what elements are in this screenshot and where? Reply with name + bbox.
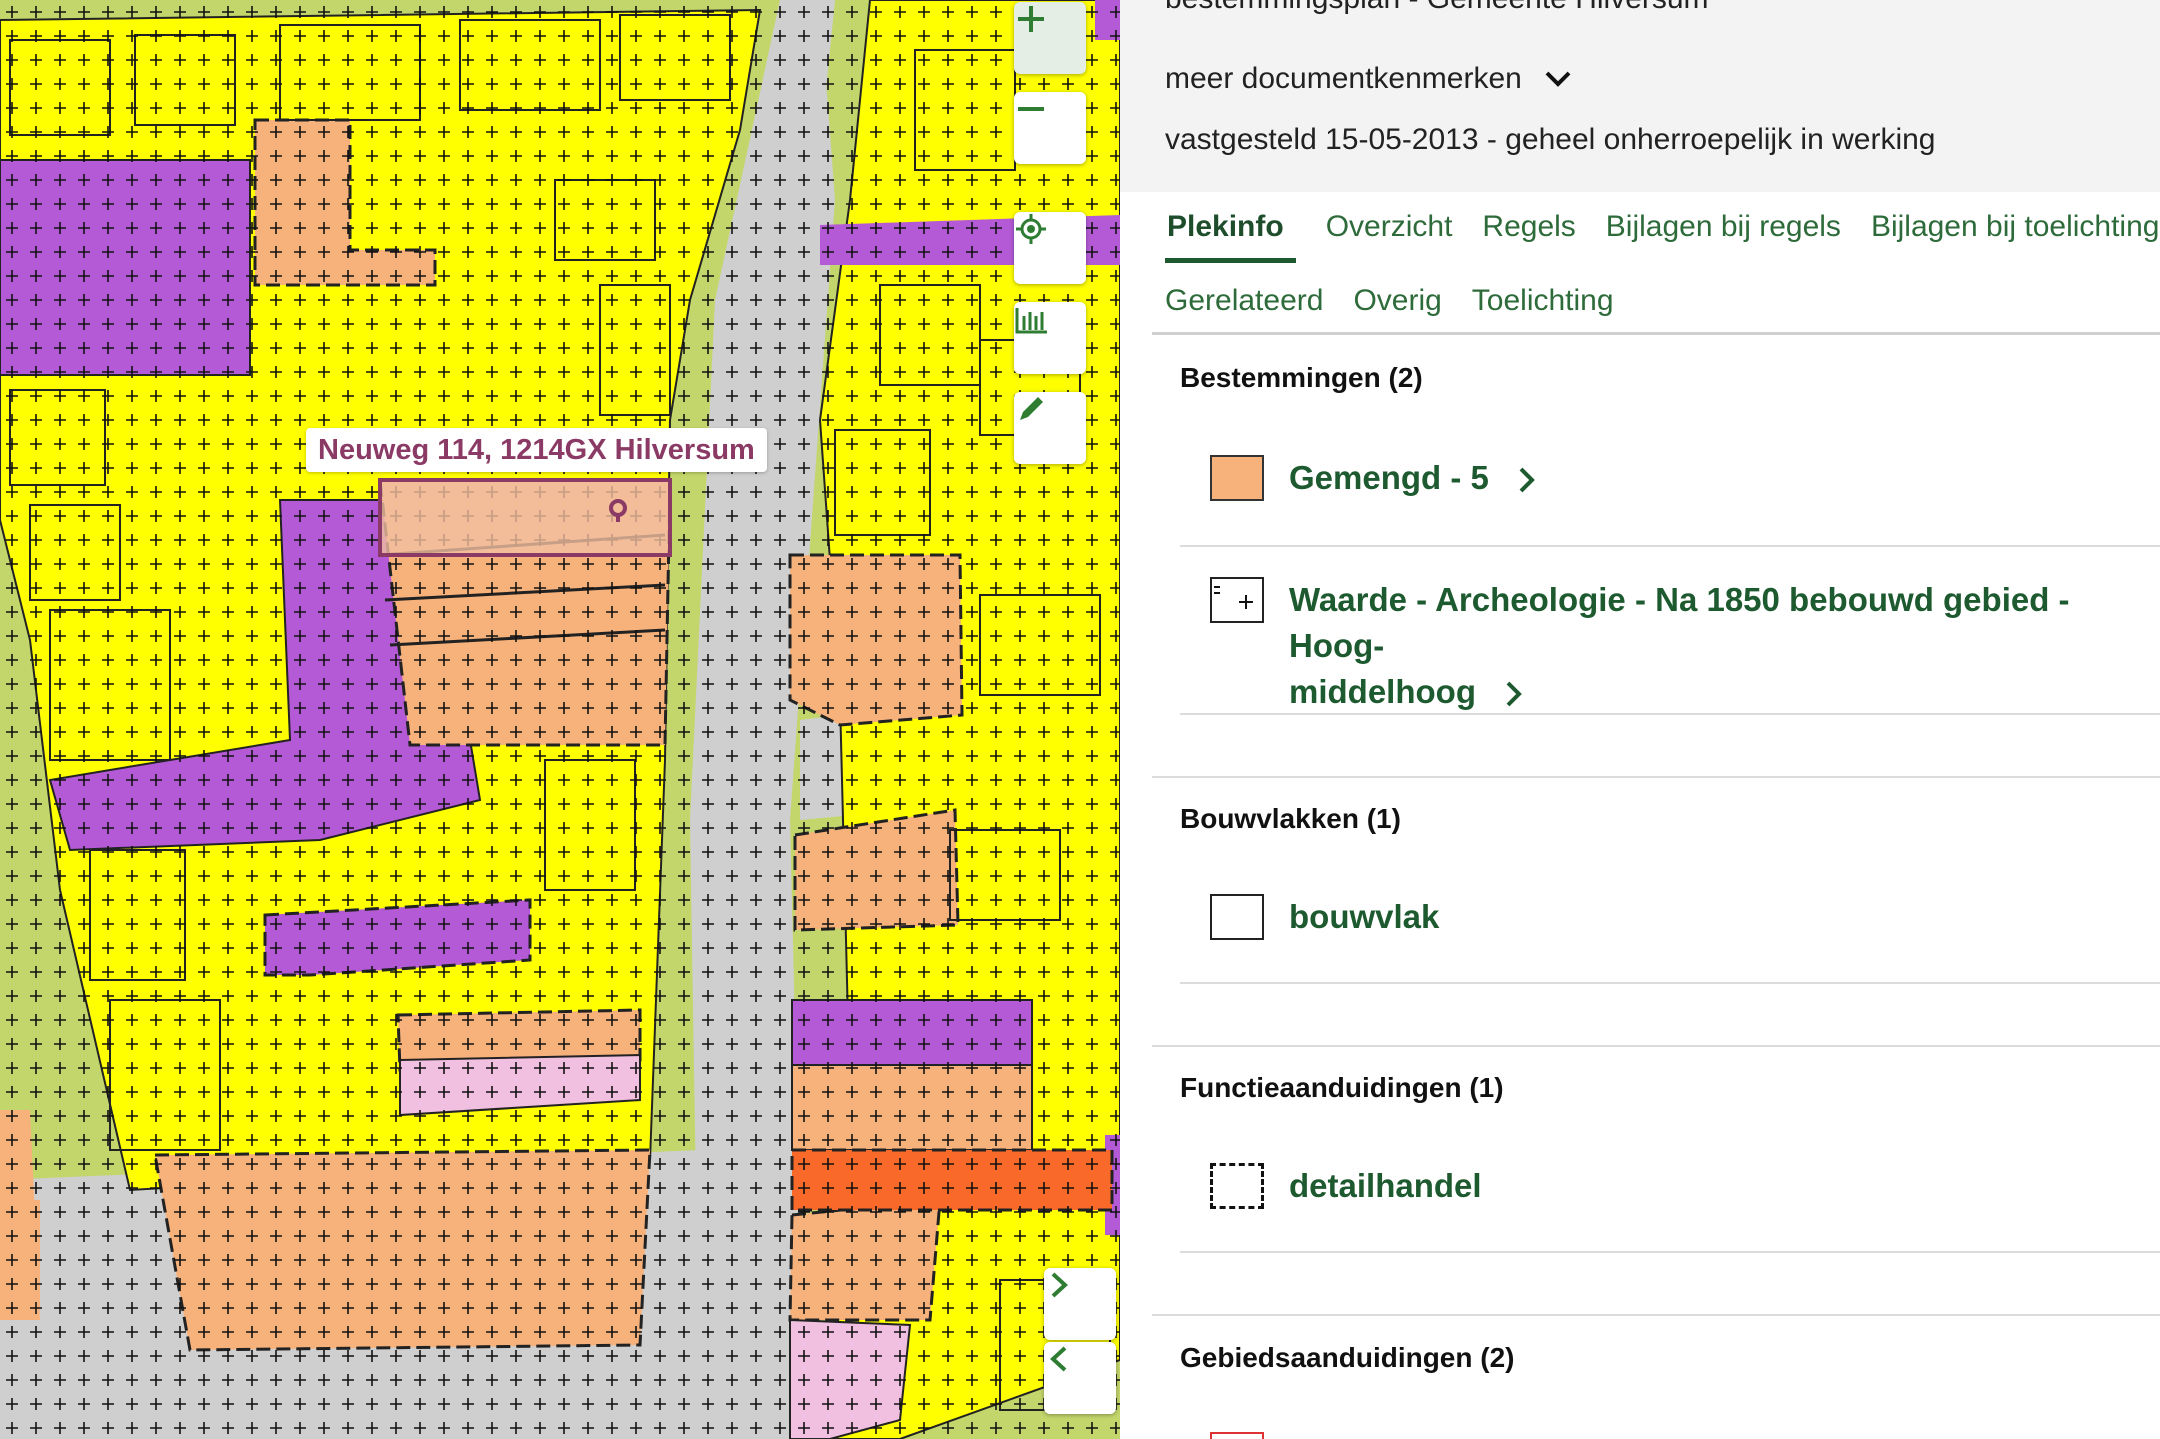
divider: [1180, 982, 2160, 984]
tab-gerelateerd[interactable]: Gerelateerd: [1165, 284, 1323, 332]
locate-button[interactable]: [1014, 212, 1086, 284]
tab-bar-row-2: Gerelateerd Overig Toelichting: [1165, 284, 1614, 332]
chevron-left-icon: [1050, 1346, 1067, 1372]
document-title: bestemmingsplan - Gemeente Hilversum: [1165, 0, 1709, 16]
tabs-divider: [1152, 332, 2160, 335]
tab-bijlagen-bij-toelichting[interactable]: Bijlagen bij toelichting: [1871, 210, 2160, 263]
bestemming-label-gemengd: Gemengd - 5: [1289, 459, 1489, 496]
selected-parcel[interactable]: [378, 478, 672, 557]
functieaanduiding-item-detailhandel[interactable]: detailhandel: [1210, 1163, 1482, 1209]
archeologie-swatch-icon: [1210, 577, 1264, 623]
section-divider: [1152, 776, 2160, 778]
bouwvlak-swatch-icon: [1210, 894, 1264, 940]
bestemming-item-gemengd[interactable]: Gemengd - 5: [1210, 455, 1538, 501]
document-status: vastgesteld 15-05-2013 - geheel onherroe…: [1165, 123, 1936, 156]
section-divider: [1152, 1045, 2160, 1047]
zoom-out-icon: [1018, 107, 1044, 111]
tab-plekinfo[interactable]: Plekinfo: [1165, 210, 1296, 263]
bouwvlak-item[interactable]: bouwvlak: [1210, 894, 1439, 940]
detailhandel-swatch-icon: [1210, 1163, 1264, 1209]
bestemming-item-archeologie[interactable]: Waarde - Archeologie - Na 1850 bebouwd g…: [1210, 577, 2160, 715]
draw-button[interactable]: [1014, 392, 1086, 464]
info-panel: bestemmingsplan - Gemeente Hilversum mee…: [1120, 0, 2160, 1439]
collapse-panel-button[interactable]: [1044, 1342, 1116, 1414]
meer-documentkenmerken-toggle[interactable]: meer documentkenmerken: [1165, 62, 1572, 96]
zoom-in-icon: [1018, 6, 1044, 32]
archeologie-hatching: [0, 0, 1120, 1439]
legend-button[interactable]: [1014, 302, 1086, 374]
zoom-in-button[interactable]: [1014, 2, 1086, 74]
chevron-right-icon: [1506, 681, 1522, 707]
bestemming-label-archeologie-line1: Waarde - Archeologie - Na 1850 bebouwd g…: [1289, 581, 2070, 664]
zoom-out-button[interactable]: [1014, 92, 1086, 164]
section-title-gebiedsaanduidingen: Gebiedsaanduidingen (2): [1180, 1342, 1515, 1373]
bestemming-label-archeologie-line2: middelhoog: [1289, 673, 1476, 710]
meer-label: meer documentkenmerken: [1165, 62, 1522, 95]
locate-icon: [1016, 214, 1046, 244]
document-header: bestemmingsplan - Gemeente Hilversum mee…: [1120, 0, 2160, 192]
divider: [1180, 713, 2160, 715]
section-title-functieaanduidingen: Functieaanduidingen (1): [1180, 1072, 1504, 1103]
zoning-map[interactable]: [0, 0, 1120, 1439]
tab-bar-row-1: Plekinfo Overzicht Regels Bijlagen bij r…: [1165, 210, 2159, 263]
expand-panel-button[interactable]: [1044, 1268, 1116, 1340]
tab-toelichting[interactable]: Toelichting: [1472, 284, 1614, 332]
gemengd-swatch-icon: [1210, 455, 1264, 501]
pencil-icon: [1020, 397, 1043, 420]
tab-overzicht[interactable]: Overzicht: [1326, 210, 1453, 263]
section-title-bestemmingen: Bestemmingen (2): [1180, 362, 1423, 393]
map-view[interactable]: Neuweg 114, 1214GX Hilversum: [0, 0, 1120, 1439]
chevron-down-icon: [1545, 71, 1571, 87]
chevron-right-icon: [1051, 1272, 1068, 1298]
address-label: Neuweg 114, 1214GX Hilversum: [306, 428, 767, 472]
divider: [1180, 545, 2160, 547]
gebiedsaanduiding-swatch-icon: [1210, 1432, 1264, 1439]
detailhandel-label: detailhandel: [1289, 1167, 1482, 1204]
section-title-bouwvlakken: Bouwvlakken (1): [1180, 803, 1401, 834]
tab-bijlagen-bij-regels[interactable]: Bijlagen bij regels: [1606, 210, 1841, 263]
legend-icon: [1015, 308, 1047, 334]
tab-regels[interactable]: Regels: [1482, 210, 1575, 263]
chevron-right-icon: [1519, 467, 1535, 493]
section-divider: [1152, 1314, 2160, 1316]
bouwvlak-label: bouwvlak: [1289, 898, 1440, 935]
tab-overig[interactable]: Overig: [1353, 284, 1441, 332]
divider: [1180, 1251, 2160, 1253]
